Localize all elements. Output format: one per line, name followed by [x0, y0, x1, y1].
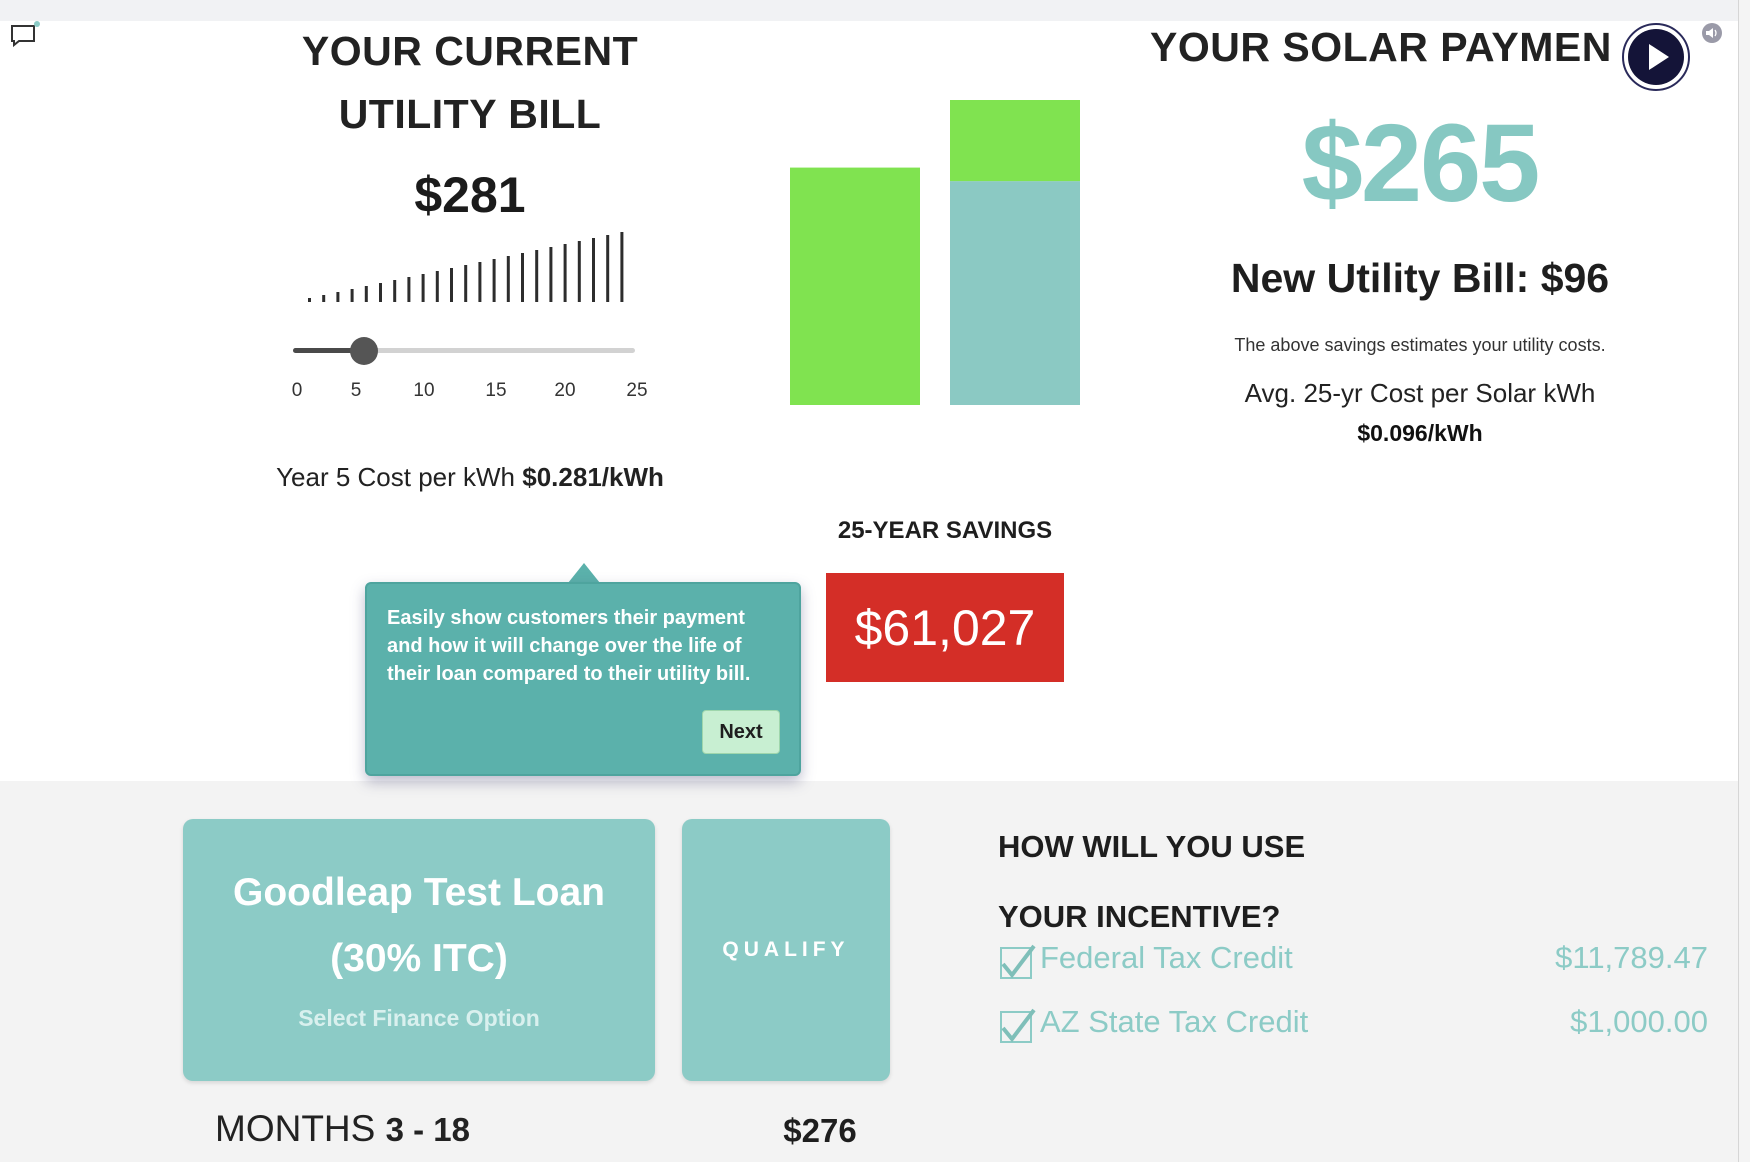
growth-bar: [535, 250, 539, 302]
bill-growth-bars: [308, 232, 624, 302]
avg-cost-value: $0.096/kWh: [1357, 420, 1483, 446]
tooltip-arrow: [568, 563, 600, 583]
slider-tick: 15: [485, 380, 507, 401]
new-utility-bill: New Utility Bill: $96: [1230, 255, 1610, 301]
growth-bar: [521, 253, 524, 302]
solar-payment-amount: $265: [1301, 102, 1541, 225]
slider-tick: 0: [291, 380, 303, 401]
loan-title: Goodleap Test Loan (30% ITC): [183, 860, 655, 992]
avg-cost-label: Avg. 25-yr Cost per Solar kWh: [1244, 378, 1596, 408]
growth-bar: [464, 265, 468, 302]
year-slider-thumb[interactable]: [350, 337, 378, 365]
growth-bar: [407, 277, 411, 302]
scrollbar[interactable]: [1738, 0, 1750, 1162]
months-row: MONTHS 3 - 18: [215, 1108, 470, 1150]
growth-bar: [506, 256, 510, 302]
current-bill-heading: YOUR CURRENT UTILITY BILL: [301, 28, 639, 137]
monthly-amount: $276: [783, 1112, 857, 1149]
growth-bar: [478, 262, 482, 302]
chart-bar-segment: [950, 181, 1080, 405]
chart-bar-segment: [790, 167, 920, 405]
incentive-heading-line: HOW WILL YOU USE: [998, 829, 1306, 864]
growth-bar: [393, 280, 397, 302]
growth-bar: [450, 268, 453, 302]
growth-bar: [364, 286, 368, 302]
checkbox-checked-icon[interactable]: [998, 942, 1036, 980]
year-cost-line: Year 5 Cost per kWh $0.281/kWh: [200, 462, 740, 493]
slider-tick: 20: [554, 380, 576, 401]
tooltip-next-button[interactable]: Next: [702, 710, 780, 754]
comment-icon[interactable]: [10, 20, 40, 48]
growth-bar: [421, 274, 425, 302]
growth-bar: [492, 259, 496, 302]
growth-bar: [592, 238, 595, 302]
growth-bar: [549, 247, 553, 302]
growth-bar: [435, 271, 439, 302]
savings-amount: $61,027: [826, 573, 1064, 682]
incentive-row[interactable]: AZ State Tax Credit $1,000.00: [998, 1004, 1708, 1050]
current-bill-amount: $281: [414, 167, 526, 223]
loan-title-line: (30% ITC): [330, 937, 508, 980]
savings-note: The above savings estimates your utility…: [1234, 335, 1606, 355]
incentive-value: $1,000.00: [1570, 1004, 1708, 1039]
growth-bar: [308, 298, 311, 302]
qualify-button[interactable]: QUALIFY: [682, 819, 890, 1081]
incentive-label: AZ State Tax Credit: [1040, 1004, 1309, 1039]
growth-bar: [322, 295, 326, 302]
incentive-value: $11,789.47: [1555, 940, 1708, 975]
months-label: MONTHS: [215, 1108, 376, 1149]
play-icon[interactable]: [1621, 22, 1691, 92]
incentive-row[interactable]: Federal Tax Credit $11,789.47: [998, 940, 1708, 986]
checkbox-checked-icon[interactable]: [998, 1006, 1036, 1044]
comparison-chart: [790, 100, 1080, 405]
year-cost-value: $0.281/kWh: [522, 462, 664, 492]
growth-bar: [563, 244, 567, 302]
speaker-icon[interactable]: [1700, 22, 1724, 44]
select-finance-option[interactable]: Select Finance Option: [183, 1005, 655, 1032]
year-cost-label: Year 5 Cost per kWh: [276, 462, 516, 492]
savings-title: 25-YEAR SAVINGS: [837, 517, 1053, 544]
growth-bar: [350, 289, 354, 302]
incentive-label: Federal Tax Credit: [1040, 940, 1293, 975]
top-bar: [0, 0, 1750, 21]
chart-bar-segment: [950, 100, 1080, 182]
growth-bar: [606, 235, 610, 302]
slider-tick: 25: [626, 380, 648, 401]
slider-tick: 5: [350, 380, 362, 401]
growth-bar: [620, 232, 624, 302]
slider-tick: 10: [413, 380, 435, 401]
incentive-heading: HOW WILL YOU USE YOUR INCENTIVE?: [998, 812, 1305, 952]
growth-bar: [577, 241, 581, 302]
loan-title-line: Goodleap Test Loan: [233, 871, 605, 914]
growth-bar: [379, 283, 382, 302]
tooltip-text: Easily show customers their payment and …: [387, 607, 751, 685]
months-range: 3 - 18: [385, 1111, 470, 1148]
growth-bar: [336, 292, 340, 302]
